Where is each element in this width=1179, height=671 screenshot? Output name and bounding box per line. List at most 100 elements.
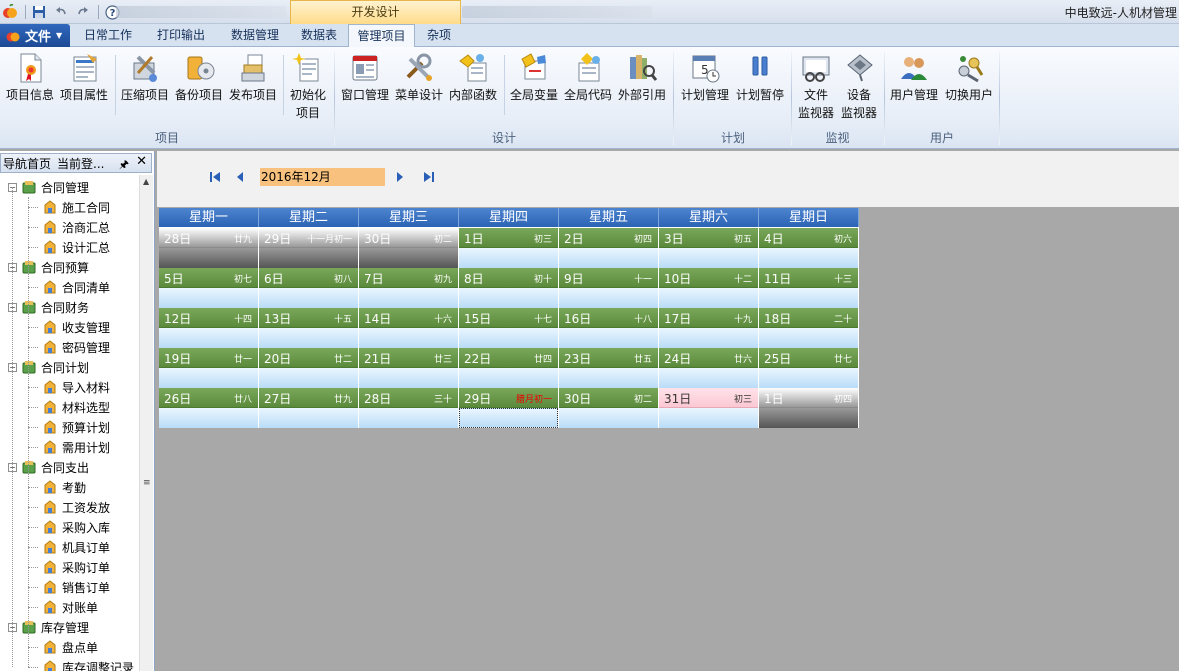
calendar-day-cell[interactable]: 29日 十一月初一 (259, 228, 359, 268)
calendar-day-cell[interactable]: 19日 廿一 (159, 348, 259, 388)
calendar-day-cell[interactable]: 21日 廿三 (359, 348, 459, 388)
tab-data-table[interactable]: 数据表 (294, 24, 344, 47)
first-month-button[interactable] (207, 169, 223, 185)
month-display-field[interactable]: 2016年12月 (260, 168, 385, 186)
tree-group-node[interactable]: − 合同预算 (8, 257, 89, 277)
plan-pause-button[interactable]: 计划暂停 (734, 51, 786, 104)
day-event-area[interactable] (459, 368, 558, 388)
compress-project-button[interactable]: 压缩项目 (119, 51, 171, 104)
day-event-area[interactable] (659, 288, 758, 308)
tab-misc[interactable]: 杂项 (421, 24, 457, 47)
calendar-day-cell[interactable]: 30日 初二 (559, 388, 659, 428)
project-info-button[interactable]: 项目信息 (4, 51, 56, 104)
backup-project-button[interactable]: 备份项目 (173, 51, 225, 104)
app-logo-icon[interactable] (0, 2, 20, 22)
day-event-area[interactable] (759, 368, 858, 388)
day-event-area[interactable] (159, 288, 258, 308)
tree-leaf-node[interactable]: 需用计划 (42, 437, 110, 457)
calendar-day-cell[interactable]: 27日 廿九 (259, 388, 359, 428)
tab-manage-project[interactable]: 管理项目 (348, 24, 415, 48)
tree-leaf-node[interactable]: 密码管理 (42, 337, 110, 357)
tree-leaf-node[interactable]: 收支管理 (42, 317, 110, 337)
day-event-area[interactable] (759, 328, 858, 348)
global-code-button[interactable]: 全局代码 (562, 51, 614, 104)
publish-project-button[interactable]: 发布项目 (227, 51, 279, 104)
tree-leaf-node[interactable]: 采购入库 (42, 517, 110, 537)
day-event-area[interactable] (459, 248, 558, 268)
day-event-area[interactable] (359, 288, 458, 308)
tree-group-node[interactable]: − 库存管理 (8, 617, 89, 637)
tree-leaf-node[interactable]: 导入材料 (42, 377, 110, 397)
scroll-grip-icon[interactable]: ≡ (143, 479, 151, 488)
day-event-area[interactable] (259, 328, 358, 348)
menu-design-button[interactable]: 菜单设计 (393, 51, 445, 104)
day-event-area[interactable] (659, 248, 758, 268)
day-event-area[interactable] (259, 368, 358, 388)
calendar-day-cell[interactable]: 22日 廿四 (459, 348, 559, 388)
day-event-area[interactable] (559, 328, 658, 348)
day-event-area[interactable] (759, 408, 858, 428)
calendar-day-cell[interactable]: 11日 十三 (759, 268, 859, 308)
calendar-day-cell[interactable]: 13日 十五 (259, 308, 359, 348)
calendar-day-cell[interactable]: 9日 十一 (559, 268, 659, 308)
tree-leaf-node[interactable]: 对账单 (42, 597, 98, 617)
calendar-day-cell[interactable]: 5日 初七 (159, 268, 259, 308)
close-icon[interactable]: ✕ (136, 154, 147, 169)
tree-leaf-node[interactable]: 考勤 (42, 477, 86, 497)
tree-leaf-node[interactable]: 设计汇总 (42, 237, 110, 257)
panel-tab-current-login[interactable]: 当前登... (57, 155, 104, 172)
tree-leaf-node[interactable]: 洽商汇总 (42, 217, 110, 237)
device-monitor-button[interactable]: 设备 监视器 (838, 51, 880, 122)
day-event-area[interactable] (159, 408, 258, 428)
project-properties-button[interactable]: 项目属性 (58, 51, 110, 104)
day-event-area[interactable] (459, 328, 558, 348)
calendar-day-cell[interactable]: 6日 初八 (259, 268, 359, 308)
tree-group-node[interactable]: − 合同支出 (8, 457, 89, 477)
tree-leaf-node[interactable]: 采购订单 (42, 557, 110, 577)
day-event-area[interactable] (359, 368, 458, 388)
day-event-area[interactable] (659, 328, 758, 348)
calendar-day-cell[interactable]: 30日 初二 (359, 228, 459, 268)
tree-group-node[interactable]: − 合同计划 (8, 357, 89, 377)
calendar-day-cell[interactable]: 7日 初九 (359, 268, 459, 308)
internal-function-button[interactable]: 内部函数 (447, 51, 499, 104)
calendar-day-cell[interactable]: 28日 廿九 (159, 228, 259, 268)
calendar-day-cell[interactable]: 10日 十二 (659, 268, 759, 308)
calendar-day-cell[interactable]: 16日 十八 (559, 308, 659, 348)
global-variable-button[interactable]: 全局变量 (508, 51, 560, 104)
day-event-area[interactable] (359, 248, 458, 268)
save-icon[interactable] (29, 2, 49, 22)
day-event-area[interactable] (159, 328, 258, 348)
day-event-area[interactable] (259, 408, 358, 428)
calendar-day-cell[interactable]: 14日 十六 (359, 308, 459, 348)
tree-leaf-node[interactable]: 预算计划 (42, 417, 110, 437)
tree-group-node[interactable]: − 合同财务 (8, 297, 89, 317)
tab-print-output[interactable]: 打印输出 (150, 24, 212, 47)
previous-month-button[interactable] (232, 169, 248, 185)
plan-management-button[interactable]: 5 计划管理 (678, 51, 732, 104)
panel-tab-home[interactable]: 导航首页 (3, 155, 51, 172)
undo-icon[interactable] (51, 2, 71, 22)
tree-leaf-node[interactable]: 施工合同 (42, 197, 110, 217)
tab-data-management[interactable]: 数据管理 (224, 24, 286, 47)
calendar-day-cell[interactable]: 2日 初四 (559, 228, 659, 268)
user-management-button[interactable]: 用户管理 (888, 51, 940, 104)
calendar-day-cell[interactable]: 18日 二十 (759, 308, 859, 348)
last-month-button[interactable] (421, 169, 437, 185)
calendar-day-cell[interactable]: 8日 初十 (459, 268, 559, 308)
redo-icon[interactable] (73, 2, 93, 22)
tree-leaf-node[interactable]: 工资发放 (42, 497, 110, 517)
next-month-button[interactable] (392, 169, 408, 185)
day-event-area[interactable] (559, 408, 658, 428)
calendar-day-cell[interactable]: 23日 廿五 (559, 348, 659, 388)
tab-daily-work[interactable]: 日常工作 (78, 24, 138, 47)
calendar-day-cell[interactable]: 20日 廿二 (259, 348, 359, 388)
calendar-day-cell[interactable]: 12日 十四 (159, 308, 259, 348)
window-management-button[interactable]: 窗口管理 (339, 51, 391, 104)
day-event-area[interactable] (159, 248, 258, 268)
calendar-day-cell[interactable]: 17日 十九 (659, 308, 759, 348)
tree-scrollbar[interactable]: ▲ ≡ (139, 175, 153, 671)
file-menu-button[interactable]: 文件 ▼ (0, 24, 70, 47)
calendar-day-cell[interactable]: 1日 初三 (459, 228, 559, 268)
day-event-area[interactable] (359, 328, 458, 348)
